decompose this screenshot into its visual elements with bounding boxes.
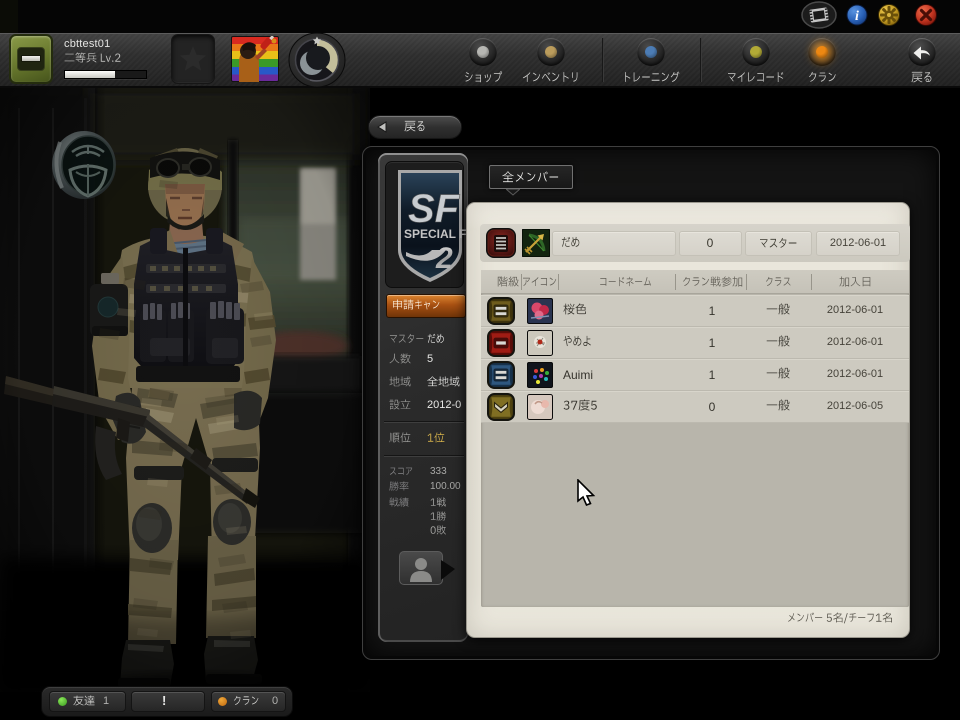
svg-text:i: i (855, 9, 859, 24)
svg-text:SPECIAL F: SPECIAL F (404, 227, 466, 241)
svg-text:SF: SF (408, 187, 461, 231)
svg-text:2: 2 (435, 242, 453, 275)
